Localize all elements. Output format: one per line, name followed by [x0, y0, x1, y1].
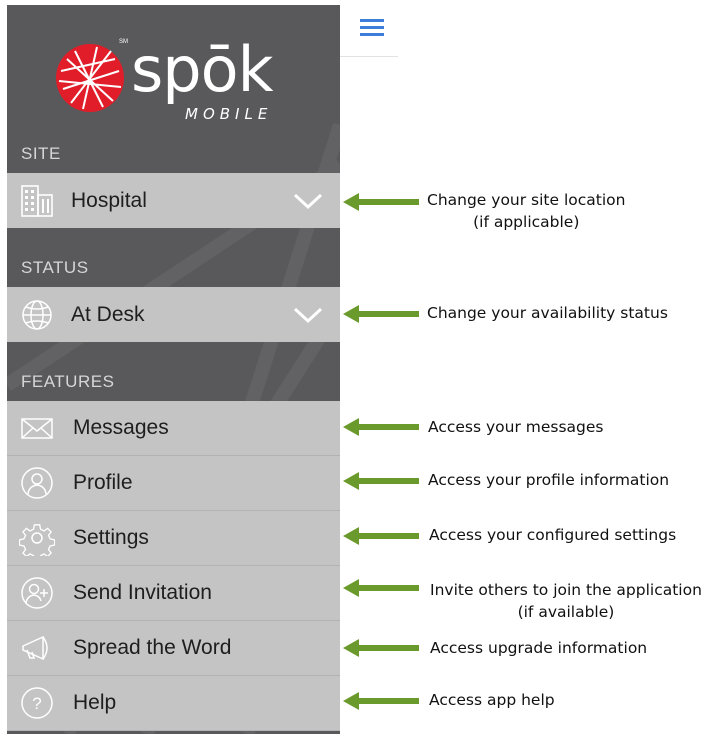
topbar-divider — [340, 56, 398, 57]
hamburger-menu-icon[interactable] — [360, 16, 386, 40]
navigation-drawer: SM spōk MOBILE SITE Hospital STATUS At D… — [7, 5, 340, 734]
arrow-left-icon — [343, 527, 419, 545]
site-selector[interactable]: Hospital — [7, 173, 340, 228]
status-selector-label: At Desk — [71, 302, 145, 326]
globe-icon — [19, 297, 55, 333]
annotation-invitation: Invite others to join the application (i… — [430, 581, 702, 621]
megaphone-icon — [19, 630, 55, 666]
site-selector-label: Hospital — [71, 188, 147, 212]
arrow-left-icon — [343, 305, 419, 323]
menu-item-settings[interactable]: Settings — [7, 511, 340, 566]
annotation-spread: Access upgrade information — [430, 639, 648, 657]
annotation-messages: Access your messages — [428, 418, 604, 436]
user-icon — [19, 465, 55, 501]
menu-item-send-invitation[interactable]: Send Invitation — [7, 566, 340, 621]
menu-item-profile[interactable]: Profile — [7, 456, 340, 511]
chevron-down-icon[interactable] — [292, 305, 324, 325]
gear-icon — [19, 520, 55, 556]
logo-subtext: MOBILE — [185, 105, 273, 123]
menu-item-label: Profile — [73, 471, 133, 494]
arrow-left-icon — [343, 472, 419, 490]
menu-item-help[interactable]: ? Help — [7, 676, 340, 731]
chevron-down-icon[interactable] — [292, 191, 324, 211]
menu-item-spread-the-word[interactable]: Spread the Word — [7, 621, 340, 676]
page: SM spōk MOBILE SITE Hospital STATUS At D… — [0, 0, 719, 734]
arrow-left-icon — [343, 639, 419, 657]
svg-text:?: ? — [32, 694, 41, 713]
annotation-settings: Access your configured settings — [429, 526, 677, 544]
spok-starburst-icon — [56, 44, 124, 112]
arrow-left-icon — [343, 418, 419, 436]
menu-item-label: Help — [73, 691, 117, 714]
menu-item-label: Messages — [73, 416, 169, 439]
spok-mobile-logo: SM spōk MOBILE — [53, 33, 293, 133]
menu-item-messages[interactable]: Messages — [7, 401, 340, 456]
site-section-header: SITE — [21, 144, 61, 163]
annotation-status: Change your availability status — [427, 304, 668, 322]
arrow-left-icon — [343, 579, 419, 597]
menu-item-label: Spread the Word — [73, 636, 232, 659]
status-selector[interactable]: At Desk — [7, 287, 340, 342]
features-section-header: FEATURES — [21, 372, 115, 391]
envelope-icon — [19, 410, 55, 446]
annotation-profile: Access your profile information — [428, 471, 670, 489]
arrow-left-icon — [343, 193, 419, 211]
annotation-site: Change your site location (if applicable… — [427, 191, 626, 231]
logo-wordmark: spōk — [131, 33, 273, 106]
building-icon — [19, 183, 55, 219]
arrow-left-icon — [343, 692, 419, 710]
question-icon: ? — [19, 685, 55, 721]
logo-servicemark: SM — [119, 39, 128, 45]
status-section-header: STATUS — [21, 258, 89, 277]
annotation-help: Access app help — [429, 691, 555, 709]
user-add-icon — [19, 575, 55, 611]
menu-item-label: Send Invitation — [73, 581, 212, 604]
menu-item-label: Settings — [73, 526, 149, 549]
